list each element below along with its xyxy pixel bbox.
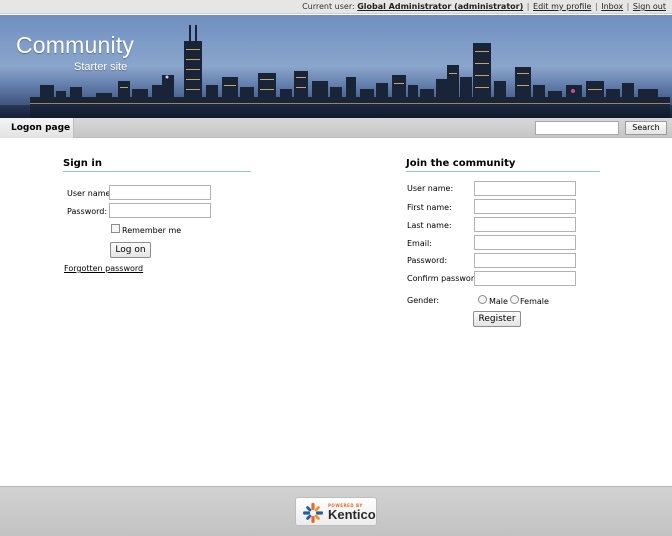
user-info: Current user: Global Administrator (admi… (302, 2, 666, 11)
current-user-link[interactable]: Global Administrator (administrator) (357, 2, 523, 11)
site-subtitle: Starter site (74, 61, 128, 73)
sign-in-title: Sign in (63, 158, 102, 169)
divider (63, 171, 251, 172)
signin-username-input[interactable] (109, 185, 211, 200)
separator: | (626, 2, 630, 11)
nav-bar: Logon page Search (0, 118, 672, 138)
gender-male-label: Male (489, 297, 508, 306)
join-title: Join the community (406, 158, 516, 169)
gender-female-radio[interactable] (510, 295, 519, 304)
separator: | (526, 2, 530, 11)
confirm-password-label: Confirm password: (407, 274, 482, 283)
signin-password-input[interactable] (109, 203, 211, 218)
username-label: User name: (67, 189, 114, 198)
kentico-logo-icon (303, 503, 323, 523)
kentico-badge[interactable]: POWERED BY Kentico (295, 497, 377, 526)
forgotten-password-link[interactable]: Forgotten password (64, 264, 143, 273)
sign-out-link[interactable]: Sign out (633, 2, 666, 11)
email-input[interactable] (474, 235, 576, 250)
current-user-label: Current user: (302, 2, 355, 11)
last-name-input[interactable] (474, 217, 576, 232)
remember-me-checkbox[interactable] (111, 224, 120, 233)
search-button[interactable]: Search (625, 121, 667, 135)
gender-male-radio[interactable] (478, 295, 487, 304)
logon-button[interactable]: Log on (110, 242, 151, 258)
register-button[interactable]: Register (473, 311, 521, 327)
site-banner: Community Starter site (0, 15, 672, 118)
edit-profile-link[interactable]: Edit my profile (533, 2, 591, 11)
gender-female-label: Female (520, 297, 549, 306)
email-label: Email: (407, 239, 432, 248)
join-password-input[interactable] (474, 253, 576, 268)
divider (406, 171, 600, 172)
search-input[interactable] (535, 121, 619, 135)
top-user-bar: Current user: Global Administrator (admi… (0, 0, 672, 14)
footer: POWERED BY Kentico (0, 486, 672, 536)
inbox-link[interactable]: Inbox (601, 2, 623, 11)
kentico-brand: Kentico (328, 507, 376, 522)
join-username-label: User name: (407, 184, 454, 193)
first-name-input[interactable] (474, 199, 576, 214)
first-name-label: First name: (407, 203, 452, 212)
site-title: Community (16, 32, 135, 58)
remember-me-label: Remember me (122, 226, 182, 235)
last-name-label: Last name: (407, 221, 452, 230)
tab-logon-page[interactable]: Logon page (0, 118, 74, 138)
separator: | (594, 2, 598, 11)
password-label: Password: (67, 207, 108, 216)
join-password-label: Password: (407, 256, 448, 265)
gender-label: Gender: (407, 296, 440, 305)
join-username-input[interactable] (474, 181, 576, 196)
confirm-password-input[interactable] (474, 271, 576, 286)
